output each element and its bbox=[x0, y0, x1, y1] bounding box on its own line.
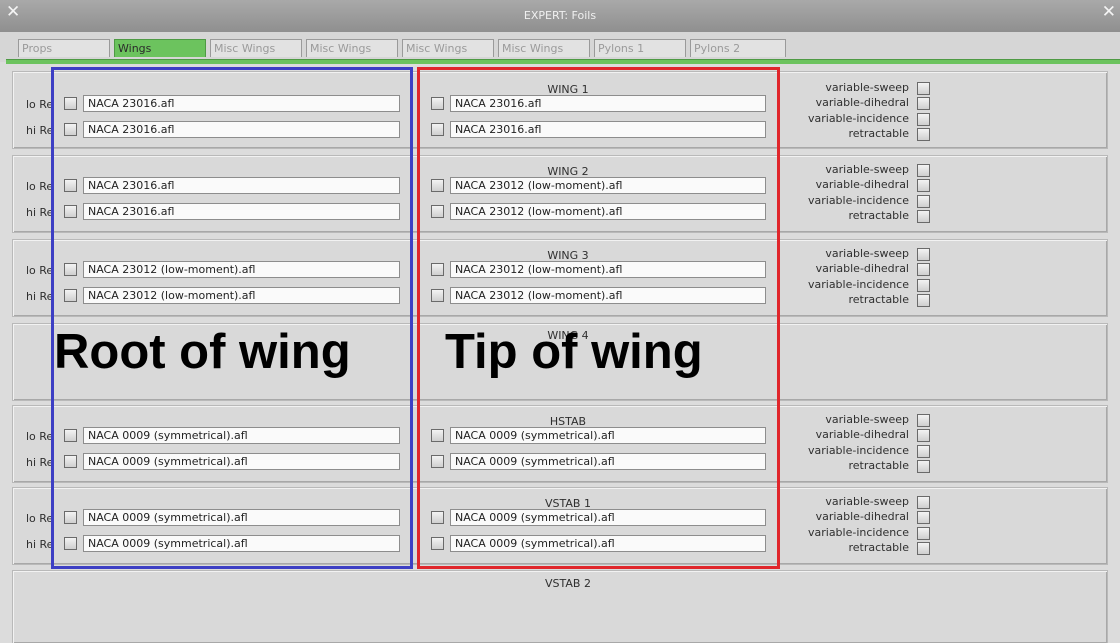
retractable-checkbox[interactable] bbox=[917, 128, 930, 141]
wing-group-vstab2: VSTAB 2 bbox=[12, 570, 1108, 643]
tab-misc-wings-3[interactable]: Misc Wings bbox=[402, 39, 494, 57]
hi-re-label: hi Re bbox=[26, 124, 54, 137]
tab-misc-wings-2[interactable]: Misc Wings bbox=[306, 39, 398, 57]
tab-misc-wings-4[interactable]: Misc Wings bbox=[498, 39, 590, 57]
variable-incidence-label: variable-incidence bbox=[807, 444, 909, 457]
variable-incidence-checkbox[interactable] bbox=[917, 445, 930, 458]
variable-incidence-label: variable-incidence bbox=[807, 112, 909, 125]
root-highlight-box bbox=[51, 67, 413, 569]
variable-dihedral-label: variable-dihedral bbox=[815, 262, 909, 275]
tab-props[interactable]: Props bbox=[18, 39, 110, 57]
lo-re-label: lo Re bbox=[26, 430, 54, 443]
lo-re-label: lo Re bbox=[26, 98, 54, 111]
tip-highlight-box bbox=[417, 67, 780, 569]
variable-incidence-checkbox[interactable] bbox=[917, 279, 930, 292]
tab-pylons-2[interactable]: Pylons 2 bbox=[690, 39, 786, 57]
variable-sweep-checkbox[interactable] bbox=[917, 496, 930, 509]
tab-misc-wings-1[interactable]: Misc Wings bbox=[210, 39, 302, 57]
retractable-checkbox[interactable] bbox=[917, 542, 930, 555]
lo-re-label: lo Re bbox=[26, 264, 54, 277]
retractable-label: retractable bbox=[848, 459, 909, 472]
variable-dihedral-label: variable-dihedral bbox=[815, 178, 909, 191]
variable-sweep-label: variable-sweep bbox=[825, 163, 909, 176]
variable-sweep-label: variable-sweep bbox=[825, 413, 909, 426]
variable-sweep-checkbox[interactable] bbox=[917, 82, 930, 95]
hi-re-label: hi Re bbox=[26, 206, 54, 219]
variable-sweep-label: variable-sweep bbox=[825, 247, 909, 260]
variable-incidence-checkbox[interactable] bbox=[917, 113, 930, 126]
tab-wings[interactable]: Wings bbox=[114, 39, 206, 57]
lo-re-label: lo Re bbox=[26, 512, 54, 525]
variable-incidence-checkbox[interactable] bbox=[917, 195, 930, 208]
close-icon[interactable]: ✕ bbox=[1102, 2, 1116, 22]
tab-underline bbox=[6, 59, 1120, 64]
hi-re-label: hi Re bbox=[26, 290, 54, 303]
variable-sweep-checkbox[interactable] bbox=[917, 414, 930, 427]
variable-dihedral-label: variable-dihedral bbox=[815, 428, 909, 441]
variable-dihedral-checkbox[interactable] bbox=[917, 179, 930, 192]
retractable-checkbox[interactable] bbox=[917, 460, 930, 473]
variable-incidence-label: variable-incidence bbox=[807, 194, 909, 207]
retractable-label: retractable bbox=[848, 209, 909, 222]
title-bar: ✕ EXPERT: Foils ✕ bbox=[0, 0, 1120, 33]
variable-dihedral-checkbox[interactable] bbox=[917, 97, 930, 110]
tab-pylons-1[interactable]: Pylons 1 bbox=[594, 39, 686, 57]
retractable-checkbox[interactable] bbox=[917, 294, 930, 307]
variable-dihedral-label: variable-dihedral bbox=[815, 96, 909, 109]
window-title: EXPERT: Foils bbox=[523, 9, 597, 22]
root-annotation-label: Root of wing bbox=[54, 325, 351, 379]
retractable-checkbox[interactable] bbox=[917, 210, 930, 223]
variable-dihedral-checkbox[interactable] bbox=[917, 511, 930, 524]
retractable-label: retractable bbox=[848, 541, 909, 554]
retractable-label: retractable bbox=[848, 127, 909, 140]
variable-incidence-checkbox[interactable] bbox=[917, 527, 930, 540]
variable-sweep-label: variable-sweep bbox=[825, 81, 909, 94]
variable-sweep-label: variable-sweep bbox=[825, 495, 909, 508]
hi-re-label: hi Re bbox=[26, 456, 54, 469]
variable-incidence-label: variable-incidence bbox=[807, 278, 909, 291]
variable-dihedral-checkbox[interactable] bbox=[917, 263, 930, 276]
group-title: VSTAB 2 bbox=[545, 577, 591, 590]
variable-dihedral-checkbox[interactable] bbox=[917, 429, 930, 442]
tab-bar: Props Wings Misc Wings Misc Wings Misc W… bbox=[0, 32, 1120, 62]
variable-dihedral-label: variable-dihedral bbox=[815, 510, 909, 523]
hi-re-label: hi Re bbox=[26, 538, 54, 551]
variable-sweep-checkbox[interactable] bbox=[917, 248, 930, 261]
variable-sweep-checkbox[interactable] bbox=[917, 164, 930, 177]
tip-annotation-label: Tip of wing bbox=[445, 325, 703, 379]
variable-incidence-label: variable-incidence bbox=[807, 526, 909, 539]
lo-re-label: lo Re bbox=[26, 180, 54, 193]
retractable-label: retractable bbox=[848, 293, 909, 306]
